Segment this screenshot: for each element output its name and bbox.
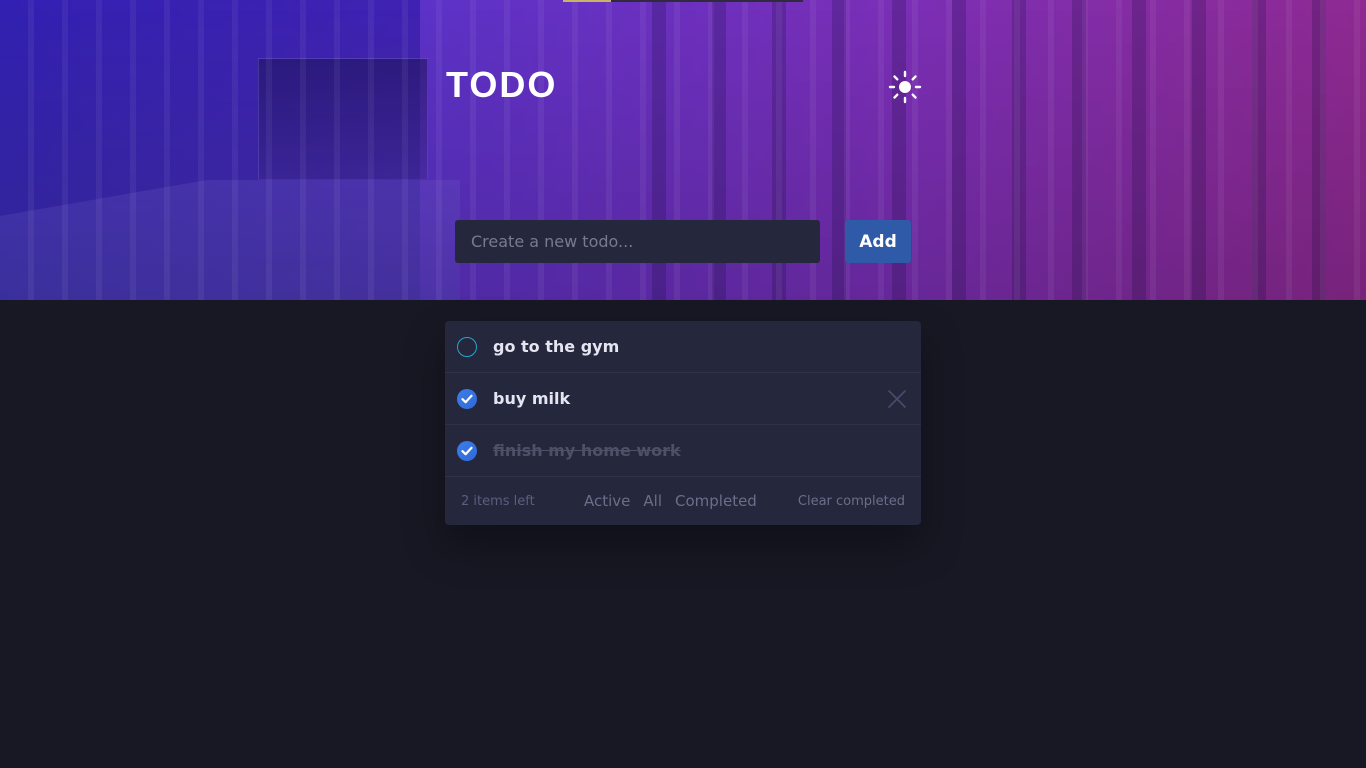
new-todo-input[interactable] (455, 220, 820, 263)
filter-active[interactable]: Active (584, 492, 630, 510)
theme-toggle-button[interactable] (888, 70, 922, 104)
todo-item[interactable]: go to the gym (445, 321, 921, 373)
add-button[interactable]: Add (845, 220, 911, 263)
check-icon (461, 394, 473, 403)
sun-icon (888, 70, 922, 104)
todo-checkbox[interactable] (457, 440, 477, 461)
todo-text: buy milk (493, 389, 571, 408)
todo-list: go to the gym buy milk finish my home wo… (445, 321, 921, 525)
items-left-count: 2 items left (461, 493, 535, 509)
page-title: TODO (446, 64, 558, 105)
filter-group: Active All Completed (584, 492, 757, 510)
todo-item[interactable]: buy milk (445, 373, 921, 425)
todo-text: go to the gym (493, 337, 620, 356)
close-icon (888, 389, 906, 408)
todo-checkbox[interactable] (457, 388, 477, 409)
todo-checkbox[interactable] (457, 336, 477, 357)
filter-all[interactable]: All (643, 492, 662, 510)
todo-footer: 2 items left Active All Completed Clear … (445, 477, 921, 525)
filter-completed[interactable]: Completed (675, 492, 757, 510)
clear-completed-button[interactable]: Clear completed (798, 494, 905, 509)
check-icon (461, 446, 473, 455)
top-accent-bar (563, 0, 803, 2)
delete-todo-button[interactable] (887, 389, 907, 409)
todo-item[interactable]: finish my home work (445, 425, 921, 477)
todo-text: finish my home work (493, 441, 681, 460)
